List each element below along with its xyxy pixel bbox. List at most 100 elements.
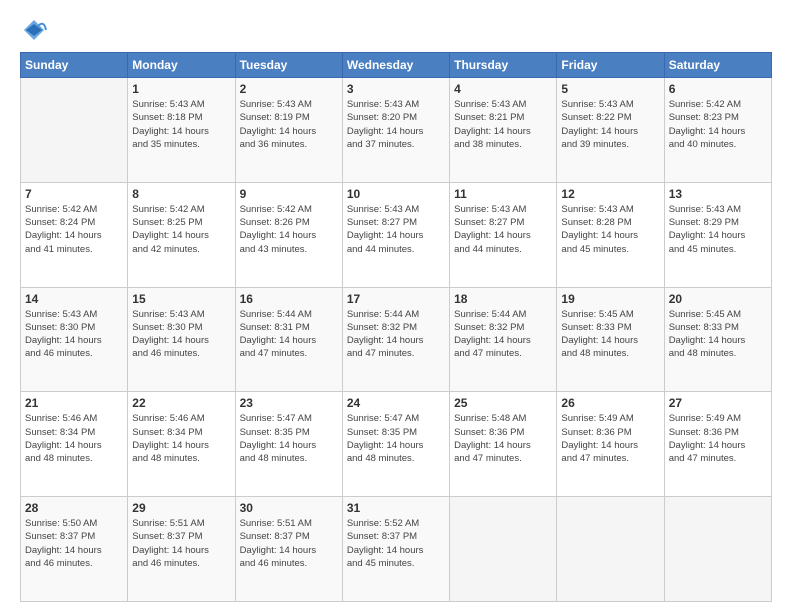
day-cell: 11 Sunrise: 5:43 AM Sunset: 8:27 PM Dayli… (450, 182, 557, 287)
day-number: 2 (240, 82, 338, 96)
week-row-5: 28 Sunrise: 5:50 AM Sunset: 8:37 PM Dayli… (21, 497, 772, 602)
day-number: 25 (454, 396, 552, 410)
day-number: 3 (347, 82, 445, 96)
day-cell: 23Sunrise: 5:47 AM Sunset: 8:35 PM Dayli… (235, 392, 342, 497)
day-number: 14 (25, 292, 123, 306)
day-number: 11 (454, 187, 552, 201)
day-number: 26 (561, 396, 659, 410)
header (20, 16, 772, 44)
day-cell (557, 497, 664, 602)
day-info: Sunrise: 5:44 AM Sunset: 8:32 PM Dayligh… (454, 308, 552, 361)
day-cell: 2 Sunrise: 5:43 AM Sunset: 8:19 PM Daylig… (235, 78, 342, 183)
day-cell: 9Sunrise: 5:42 AM Sunset: 8:26 PM Daylig… (235, 182, 342, 287)
week-row-3: 14 Sunrise: 5:43 AM Sunset: 8:30 PM Dayli… (21, 287, 772, 392)
logo-icon (20, 16, 48, 44)
day-number: 30 (240, 501, 338, 515)
day-number: 6 (669, 82, 767, 96)
day-info: Sunrise: 5:42 AM Sunset: 8:25 PM Dayligh… (132, 203, 230, 256)
day-cell: 15Sunrise: 5:43 AM Sunset: 8:30 PM Dayli… (128, 287, 235, 392)
day-info: Sunrise: 5:44 AM Sunset: 8:32 PM Dayligh… (347, 308, 445, 361)
day-info: Sunrise: 5:43 AM Sunset: 8:28 PM Dayligh… (561, 203, 659, 256)
day-cell: 16 Sunrise: 5:44 AM Sunset: 8:31 PM Dayli… (235, 287, 342, 392)
day-info: Sunrise: 5:47 AM Sunset: 8:35 PM Dayligh… (347, 412, 445, 465)
day-number: 21 (25, 396, 123, 410)
day-number: 20 (669, 292, 767, 306)
day-cell: 17 Sunrise: 5:44 AM Sunset: 8:32 PM Dayli… (342, 287, 449, 392)
day-cell: 20 Sunrise: 5:45 AM Sunset: 8:33 PM Dayli… (664, 287, 771, 392)
day-cell (21, 78, 128, 183)
day-number: 7 (25, 187, 123, 201)
day-cell: 8 Sunrise: 5:42 AM Sunset: 8:25 PM Daylig… (128, 182, 235, 287)
day-cell: 6 Sunrise: 5:42 AM Sunset: 8:23 PM Daylig… (664, 78, 771, 183)
day-number: 8 (132, 187, 230, 201)
day-number: 31 (347, 501, 445, 515)
weekday-friday: Friday (557, 53, 664, 78)
day-info: Sunrise: 5:42 AM Sunset: 8:26 PM Dayligh… (240, 203, 338, 256)
weekday-header-row: SundayMondayTuesdayWednesdayThursdayFrid… (21, 53, 772, 78)
day-number: 1 (132, 82, 230, 96)
day-info: Sunrise: 5:50 AM Sunset: 8:37 PM Dayligh… (25, 517, 123, 570)
day-cell: 10Sunrise: 5:43 AM Sunset: 8:27 PM Dayli… (342, 182, 449, 287)
day-info: Sunrise: 5:44 AM Sunset: 8:31 PM Dayligh… (240, 308, 338, 361)
day-info: Sunrise: 5:45 AM Sunset: 8:33 PM Dayligh… (669, 308, 767, 361)
day-number: 17 (347, 292, 445, 306)
calendar-table: SundayMondayTuesdayWednesdayThursdayFrid… (20, 52, 772, 602)
day-info: Sunrise: 5:42 AM Sunset: 8:23 PM Dayligh… (669, 98, 767, 151)
day-cell: 14 Sunrise: 5:43 AM Sunset: 8:30 PM Dayli… (21, 287, 128, 392)
page: SundayMondayTuesdayWednesdayThursdayFrid… (0, 0, 792, 612)
day-cell: 27 Sunrise: 5:49 AM Sunset: 8:36 PM Dayli… (664, 392, 771, 497)
day-cell: 28 Sunrise: 5:50 AM Sunset: 8:37 PM Dayli… (21, 497, 128, 602)
day-number: 18 (454, 292, 552, 306)
day-info: Sunrise: 5:43 AM Sunset: 8:27 PM Dayligh… (454, 203, 552, 256)
day-info: Sunrise: 5:43 AM Sunset: 8:27 PM Dayligh… (347, 203, 445, 256)
day-info: Sunrise: 5:51 AM Sunset: 8:37 PM Dayligh… (132, 517, 230, 570)
day-cell: 13 Sunrise: 5:43 AM Sunset: 8:29 PM Dayli… (664, 182, 771, 287)
day-info: Sunrise: 5:43 AM Sunset: 8:30 PM Dayligh… (25, 308, 123, 361)
logo (20, 16, 52, 44)
day-cell: 30 Sunrise: 5:51 AM Sunset: 8:37 PM Dayli… (235, 497, 342, 602)
week-row-4: 21 Sunrise: 5:46 AM Sunset: 8:34 PM Dayli… (21, 392, 772, 497)
day-number: 29 (132, 501, 230, 515)
day-info: Sunrise: 5:51 AM Sunset: 8:37 PM Dayligh… (240, 517, 338, 570)
weekday-thursday: Thursday (450, 53, 557, 78)
day-info: Sunrise: 5:49 AM Sunset: 8:36 PM Dayligh… (561, 412, 659, 465)
day-number: 28 (25, 501, 123, 515)
day-number: 16 (240, 292, 338, 306)
day-cell (450, 497, 557, 602)
day-cell: 12 Sunrise: 5:43 AM Sunset: 8:28 PM Dayli… (557, 182, 664, 287)
day-cell: 29 Sunrise: 5:51 AM Sunset: 8:37 PM Dayli… (128, 497, 235, 602)
weekday-tuesday: Tuesday (235, 53, 342, 78)
day-cell: 24Sunrise: 5:47 AM Sunset: 8:35 PM Dayli… (342, 392, 449, 497)
day-number: 12 (561, 187, 659, 201)
day-cell: 4 Sunrise: 5:43 AM Sunset: 8:21 PM Daylig… (450, 78, 557, 183)
day-cell: 5 Sunrise: 5:43 AM Sunset: 8:22 PM Daylig… (557, 78, 664, 183)
day-cell: 18 Sunrise: 5:44 AM Sunset: 8:32 PM Dayli… (450, 287, 557, 392)
day-cell: 22Sunrise: 5:46 AM Sunset: 8:34 PM Dayli… (128, 392, 235, 497)
day-cell: 19 Sunrise: 5:45 AM Sunset: 8:33 PM Dayli… (557, 287, 664, 392)
day-info: Sunrise: 5:43 AM Sunset: 8:30 PM Dayligh… (132, 308, 230, 361)
day-cell: 3 Sunrise: 5:43 AM Sunset: 8:20 PM Daylig… (342, 78, 449, 183)
day-number: 19 (561, 292, 659, 306)
day-cell: 7Sunrise: 5:42 AM Sunset: 8:24 PM Daylig… (21, 182, 128, 287)
day-number: 13 (669, 187, 767, 201)
day-info: Sunrise: 5:52 AM Sunset: 8:37 PM Dayligh… (347, 517, 445, 570)
weekday-wednesday: Wednesday (342, 53, 449, 78)
weekday-saturday: Saturday (664, 53, 771, 78)
day-info: Sunrise: 5:43 AM Sunset: 8:18 PM Dayligh… (132, 98, 230, 151)
day-info: Sunrise: 5:43 AM Sunset: 8:21 PM Dayligh… (454, 98, 552, 151)
day-info: Sunrise: 5:43 AM Sunset: 8:19 PM Dayligh… (240, 98, 338, 151)
day-info: Sunrise: 5:43 AM Sunset: 8:29 PM Dayligh… (669, 203, 767, 256)
day-info: Sunrise: 5:49 AM Sunset: 8:36 PM Dayligh… (669, 412, 767, 465)
week-row-1: 1 Sunrise: 5:43 AM Sunset: 8:18 PM Daylig… (21, 78, 772, 183)
day-cell: 31 Sunrise: 5:52 AM Sunset: 8:37 PM Dayli… (342, 497, 449, 602)
day-info: Sunrise: 5:45 AM Sunset: 8:33 PM Dayligh… (561, 308, 659, 361)
day-info: Sunrise: 5:43 AM Sunset: 8:20 PM Dayligh… (347, 98, 445, 151)
day-number: 5 (561, 82, 659, 96)
day-number: 27 (669, 396, 767, 410)
day-number: 4 (454, 82, 552, 96)
day-cell (664, 497, 771, 602)
day-number: 23 (240, 396, 338, 410)
day-info: Sunrise: 5:46 AM Sunset: 8:34 PM Dayligh… (25, 412, 123, 465)
day-info: Sunrise: 5:46 AM Sunset: 8:34 PM Dayligh… (132, 412, 230, 465)
day-info: Sunrise: 5:43 AM Sunset: 8:22 PM Dayligh… (561, 98, 659, 151)
